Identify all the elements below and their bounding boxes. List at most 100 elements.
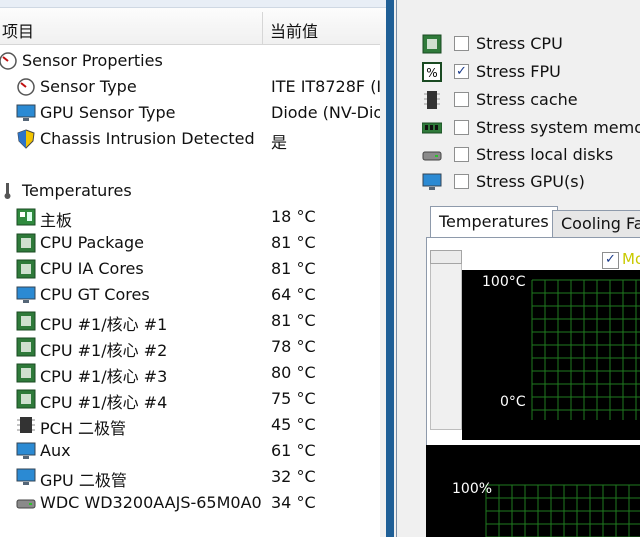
sensor-value: 80 °C — [271, 363, 316, 382]
sensor-label: GPU 二极管 — [40, 471, 127, 490]
sensor-label: CPU #1/核心 #4 — [40, 393, 168, 412]
stress-option[interactable]: Stress system memory — [386, 116, 640, 140]
monitor-icon — [16, 467, 36, 487]
stress-option[interactable]: % ✓ Stress FPU — [386, 60, 640, 84]
graph-top-label: 100°C — [482, 274, 526, 290]
sensor-label: CPU #1/核心 #2 — [40, 341, 168, 360]
sensor-value: 64 °C — [271, 285, 316, 304]
sensor-label: CPU #1/核心 #1 — [40, 315, 168, 334]
sensor-label: Temperatures — [22, 181, 132, 200]
disk-icon — [422, 145, 442, 165]
cpu-icon — [16, 233, 36, 253]
cpu-icon — [16, 311, 36, 331]
sensor-label: CPU IA Cores — [40, 259, 144, 278]
shield-icon — [16, 129, 36, 149]
item-column-header[interactable]: 项目 — [2, 18, 34, 42]
stress-checkbox[interactable] — [454, 147, 469, 162]
stress-option[interactable]: Stress GPU(s) — [386, 170, 640, 194]
stress-checkbox[interactable] — [454, 92, 469, 107]
memory-icon — [421, 118, 443, 138]
tab-temperatures[interactable]: Temperatures — [430, 206, 558, 237]
sensor-row[interactable]: Aux 61 °C — [0, 438, 386, 464]
legend-checkbox[interactable]: ✓ — [602, 252, 619, 269]
stress-option-label: Stress FPU — [476, 62, 561, 81]
sensor-label: WDC WD3200AAJS-65M0A0 — [40, 493, 262, 512]
stress-option-label: Stress GPU(s) — [476, 172, 585, 191]
sensor-value: ITE IT8728F (ISA — [271, 77, 386, 96]
sensor-label: Sensor Type — [40, 77, 137, 96]
monitor-icon — [16, 441, 36, 461]
sensor-row[interactable]: CPU IA Cores 81 °C — [0, 256, 386, 282]
graph-slider-thumb[interactable] — [430, 250, 462, 264]
cpu-icon — [16, 259, 36, 279]
stress-window: Stress CPU% ✓ Stress FPU Stress cache Stress… — [386, 0, 640, 537]
sensor-window: 项目 当前值 Sensor Properties Sensor Type ITE I… — [0, 0, 386, 537]
cache-icon — [422, 90, 442, 110]
sensor-row[interactable]: WDC WD3200AAJS-65M0A0 34 °C — [0, 490, 386, 516]
stress-option[interactable]: Stress cache — [386, 88, 640, 112]
sensor-row[interactable]: Chassis Intrusion Detected 是 — [0, 126, 386, 152]
sensor-value: 32 °C — [271, 467, 316, 486]
sensor-value: 75 °C — [271, 389, 316, 408]
sensor-value: 是 — [271, 133, 288, 152]
sensor-label: GPU Sensor Type — [40, 103, 176, 122]
stress-checkbox[interactable] — [454, 174, 469, 189]
stress-option[interactable]: Stress CPU — [386, 32, 640, 56]
monitor-icon — [16, 285, 36, 305]
cpu-icon — [16, 337, 36, 357]
stress-checkbox[interactable]: ✓ — [454, 64, 469, 79]
sensor-row[interactable]: CPU #1/核心 #4 75 °C — [0, 386, 386, 412]
monitor-icon — [16, 103, 36, 123]
stress-checkbox[interactable] — [454, 120, 469, 135]
sensor-value: 81 °C — [271, 311, 316, 330]
sensor-row[interactable]: GPU Sensor Type Diode (NV-Diod — [0, 100, 386, 126]
sensor-label: CPU GT Cores — [40, 285, 150, 304]
sensor-row[interactable]: 主板 18 °C — [0, 204, 386, 230]
gauge-icon — [16, 77, 36, 97]
cpu-icon — [16, 363, 36, 383]
toolbar — [0, 0, 386, 8]
sensor-row[interactable]: CPU Package 81 °C — [0, 230, 386, 256]
graph-slider[interactable] — [430, 250, 462, 430]
sensor-row[interactable]: Sensor Type ITE IT8728F (ISA — [0, 74, 386, 100]
stress-option-label: Stress local disks — [476, 145, 614, 164]
sensor-value: 81 °C — [271, 233, 316, 252]
cpu-usage-graph: 100% — [426, 445, 640, 537]
motherboard-icon — [16, 207, 36, 227]
value-column-header[interactable]: 当前值 — [270, 18, 318, 42]
fpu-icon: % — [422, 62, 442, 82]
sensor-row[interactable]: CPU #1/核心 #3 80 °C — [0, 360, 386, 386]
graph-bottom-label: 0°C — [500, 394, 526, 410]
sensor-label: Sensor Properties — [22, 51, 163, 70]
sensor-value: 78 °C — [271, 337, 316, 356]
column-header: 项目 当前值 — [0, 0, 386, 45]
sensor-label: 主板 — [40, 211, 73, 230]
thermometer-icon — [0, 181, 18, 201]
stress-option-label: Stress system memory — [476, 118, 640, 137]
disk-icon — [16, 493, 36, 513]
stress-option-label: Stress cache — [476, 90, 578, 109]
sensor-row[interactable]: CPU #1/核心 #2 78 °C — [0, 334, 386, 360]
sensor-value: 34 °C — [271, 493, 316, 512]
sensor-row[interactable]: CPU GT Cores 64 °C — [0, 282, 386, 308]
stress-option[interactable]: Stress local disks — [386, 143, 640, 167]
sensor-label: Aux — [40, 441, 71, 460]
sensor-row[interactable]: GPU 二极管 32 °C — [0, 464, 386, 490]
graph-tabs: Temperatures Cooling Fan — [430, 206, 640, 240]
stress-checkbox[interactable] — [454, 36, 469, 51]
sensor-row[interactable]: CPU #1/核心 #1 81 °C — [0, 308, 386, 334]
sensor-row[interactable]: Sensor Properties — [0, 48, 386, 74]
temperature-grid — [531, 279, 640, 420]
sensor-row[interactable]: Temperatures — [0, 178, 386, 204]
column-divider[interactable] — [262, 12, 263, 44]
cpu-icon — [16, 389, 36, 409]
chip-icon — [16, 415, 36, 435]
temperature-graph: 100°C 0°C ✓ Mo — [462, 250, 640, 440]
tab-cooling-fans[interactable]: Cooling Fan — [552, 210, 640, 237]
sensor-value: 45 °C — [271, 415, 316, 434]
gauge-icon — [0, 51, 18, 71]
sensor-label: CPU #1/核心 #3 — [40, 367, 168, 386]
stress-option-label: Stress CPU — [476, 34, 563, 53]
sensor-row[interactable]: PCH 二极管 45 °C — [0, 412, 386, 438]
sensor-value: Diode (NV-Diod — [271, 103, 386, 122]
